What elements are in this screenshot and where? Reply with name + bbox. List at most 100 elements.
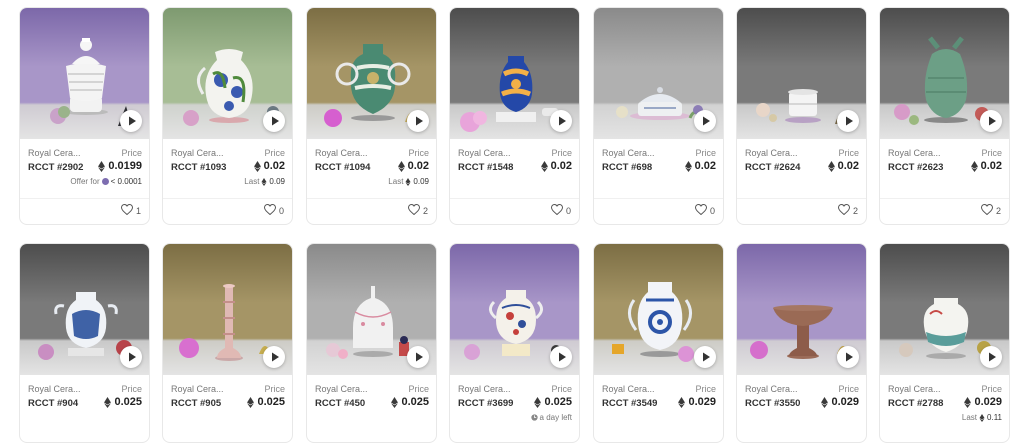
collection-name[interactable]: Royal Cera... <box>315 148 368 158</box>
token-name[interactable]: RCCT #2788 <box>888 398 943 409</box>
last-sale-value: 0.11 <box>987 413 1002 422</box>
price-label: Price <box>121 148 142 158</box>
play-button[interactable] <box>550 346 572 368</box>
nft-card[interactable]: Royal Cera... Price RCCT #450 0.025 <box>306 243 437 443</box>
play-button[interactable] <box>837 110 859 132</box>
collection-name[interactable]: Royal Cera... <box>602 148 655 158</box>
eth-icon <box>678 396 686 408</box>
nft-card[interactable]: Royal Cera... Price RCCT #1093 0.02 Last… <box>162 7 293 225</box>
token-name[interactable]: RCCT #3549 <box>602 398 657 409</box>
time-left: a day left <box>530 413 572 422</box>
play-button[interactable] <box>120 346 142 368</box>
nft-image[interactable] <box>450 244 579 375</box>
play-button[interactable] <box>694 346 716 368</box>
collection-name[interactable]: Royal Cera... <box>315 384 368 394</box>
price-label: Price <box>408 148 429 158</box>
token-name[interactable]: RCCT #2623 <box>888 162 943 173</box>
offer-value: < 0.0001 <box>110 177 142 186</box>
collection-name[interactable]: Royal Cera... <box>745 148 798 158</box>
play-button[interactable] <box>980 110 1002 132</box>
like-button[interactable]: 2 <box>407 203 428 217</box>
play-button[interactable] <box>407 346 429 368</box>
token-name[interactable]: RCCT #2902 <box>28 162 83 173</box>
play-button[interactable] <box>263 346 285 368</box>
token-name[interactable]: RCCT #2624 <box>745 162 800 173</box>
token-name[interactable]: RCCT #3699 <box>458 398 513 409</box>
play-button[interactable] <box>407 110 429 132</box>
price: 0.029 <box>821 396 859 408</box>
token-name[interactable]: RCCT #1093 <box>171 162 226 173</box>
token-name[interactable]: RCCT #450 <box>315 398 365 409</box>
like-button[interactable]: 2 <box>980 203 1001 217</box>
eth-icon <box>391 396 399 408</box>
nft-image[interactable] <box>450 8 579 139</box>
nft-card[interactable]: Royal Cera... Price RCCT #2623 0.02 2 <box>879 7 1010 225</box>
nft-image[interactable] <box>594 244 723 375</box>
token-name[interactable]: RCCT #698 <box>602 162 652 173</box>
price-label: Price <box>981 384 1002 394</box>
token-name[interactable]: RCCT #1548 <box>458 162 513 173</box>
nft-card[interactable]: Royal Cera... Price RCCT #2788 0.029 Las… <box>879 243 1010 443</box>
token-name[interactable]: RCCT #1094 <box>315 162 370 173</box>
nft-card[interactable]: Royal Cera... Price RCCT #1548 0.02 0 <box>449 7 580 225</box>
like-button[interactable]: 0 <box>550 203 571 217</box>
like-button[interactable]: 2 <box>837 203 858 217</box>
play-button[interactable] <box>263 110 285 132</box>
eth-icon <box>98 160 106 172</box>
like-button[interactable]: 0 <box>263 203 284 217</box>
collection-name[interactable]: Royal Cera... <box>28 384 81 394</box>
play-button[interactable] <box>120 110 142 132</box>
nft-image[interactable] <box>880 244 1009 375</box>
price-value: 0.0199 <box>108 160 142 172</box>
nft-card[interactable]: Royal Cera... Price RCCT #3549 0.029 <box>593 243 724 443</box>
token-name[interactable]: RCCT #904 <box>28 398 78 409</box>
card-footer: 2 <box>307 198 436 224</box>
price-label: Price <box>264 384 285 394</box>
collection-name[interactable]: Royal Cera... <box>888 384 941 394</box>
collection-name[interactable]: Royal Cera... <box>28 148 81 158</box>
collection-name[interactable]: Royal Cera... <box>458 148 511 158</box>
play-button[interactable] <box>550 110 572 132</box>
play-button[interactable] <box>837 346 859 368</box>
price-value: 0.025 <box>401 396 429 408</box>
play-button[interactable] <box>694 110 716 132</box>
nft-card[interactable]: Royal Cera... Price RCCT #905 0.025 <box>162 243 293 443</box>
collection-name[interactable]: Royal Cera... <box>171 148 224 158</box>
nft-card[interactable]: Royal Cera... Price RCCT #2624 0.02 2 <box>736 7 867 225</box>
nft-image[interactable] <box>20 244 149 375</box>
nft-card[interactable]: Royal Cera... Price RCCT #2902 0.0199 Of… <box>19 7 150 225</box>
collection-name[interactable]: Royal Cera... <box>171 384 224 394</box>
token-name[interactable]: RCCT #905 <box>171 398 221 409</box>
nft-image[interactable] <box>307 244 436 375</box>
price-value: 0.02 <box>407 160 429 172</box>
nft-image[interactable] <box>880 8 1009 139</box>
nft-card[interactable]: Royal Cera... Price RCCT #1094 0.02 Last… <box>306 7 437 225</box>
nft-card[interactable]: Royal Cera... Price RCCT #3550 0.029 <box>736 243 867 443</box>
nft-card[interactable]: Royal Cera... Price RCCT #3699 0.025 a d… <box>449 243 580 443</box>
price-label: Price <box>121 384 142 394</box>
like-button[interactable]: 0 <box>694 203 715 217</box>
eth-icon <box>104 396 112 408</box>
collection-name[interactable]: Royal Cera... <box>888 148 941 158</box>
nft-image[interactable] <box>163 8 292 139</box>
nft-image[interactable] <box>594 8 723 139</box>
nft-image[interactable] <box>20 8 149 139</box>
nft-card[interactable]: Royal Cera... Price RCCT #698 0.02 0 <box>593 7 724 225</box>
like-button[interactable]: 1 <box>120 203 141 217</box>
play-button[interactable] <box>980 346 1002 368</box>
price-value: 0.029 <box>974 396 1002 408</box>
collection-name[interactable]: Royal Cera... <box>602 384 655 394</box>
price: 0.02 <box>827 160 859 172</box>
collection-name[interactable]: Royal Cera... <box>458 384 511 394</box>
collection-name[interactable]: Royal Cera... <box>745 384 798 394</box>
nft-card[interactable]: Royal Cera... Price RCCT #904 0.025 <box>19 243 150 443</box>
heart-icon <box>263 203 276 217</box>
like-count: 0 <box>278 205 284 216</box>
token-name[interactable]: RCCT #3550 <box>745 398 800 409</box>
offer-label: Offer for <box>70 177 100 186</box>
nft-image[interactable] <box>307 8 436 139</box>
nft-image[interactable] <box>163 244 292 375</box>
nft-image[interactable] <box>737 8 866 139</box>
nft-image[interactable] <box>737 244 866 375</box>
price-label: Price <box>695 148 716 158</box>
